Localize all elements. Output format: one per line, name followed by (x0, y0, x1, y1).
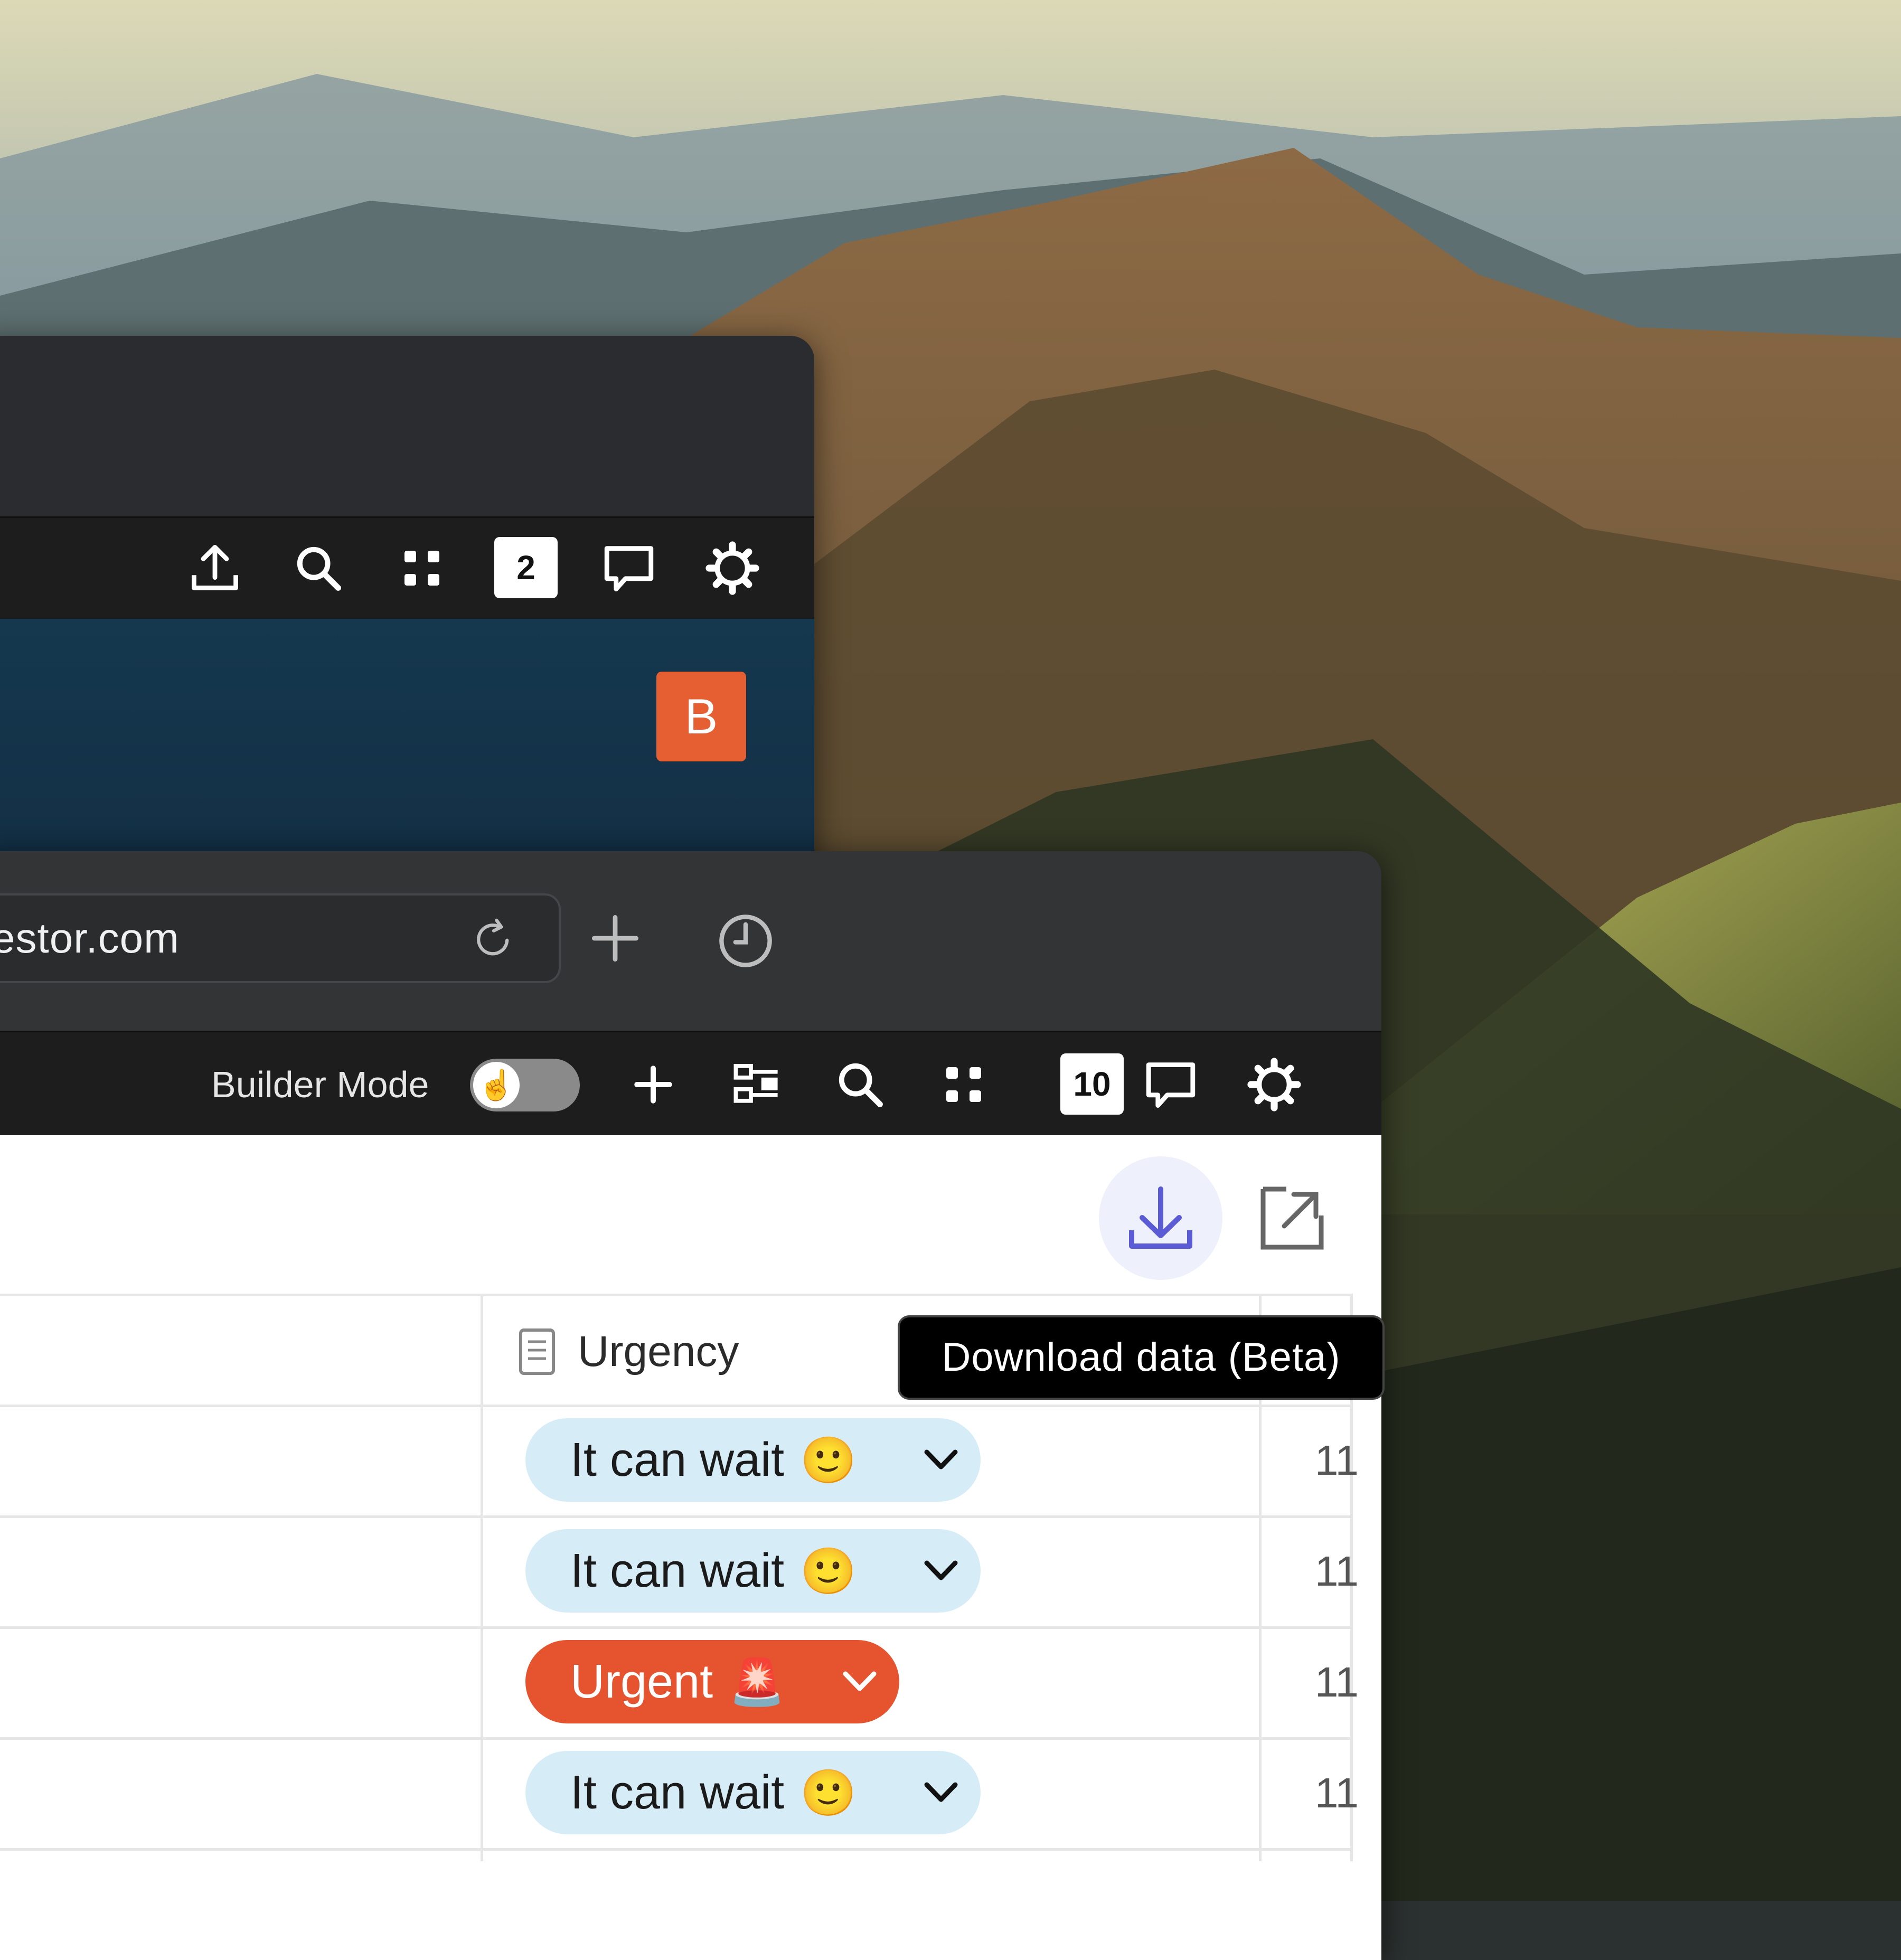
table-cell: 11 (1315, 1659, 1359, 1705)
address-url: estor.com (0, 915, 180, 962)
front-browser-window: estor.com Builder Mode ☝ 10 Urgency It c… (0, 851, 1381, 1960)
header-divider (0, 1405, 1353, 1407)
table-view: Urgency It can wait 🙂 11 It can wait 🙂 1… (0, 1135, 1381, 1960)
chevron-down-icon (923, 1447, 959, 1473)
row-divider (0, 1737, 1353, 1740)
notification-badge[interactable]: 2 (494, 537, 558, 598)
apps-grid-icon[interactable] (393, 539, 451, 597)
row-divider (0, 1848, 1353, 1851)
urgency-select[interactable]: It can wait 🙂 (525, 1418, 981, 1502)
chevron-down-icon (923, 1779, 959, 1806)
comment-icon[interactable] (1142, 1056, 1200, 1114)
new-tab-plus-icon[interactable] (586, 909, 644, 967)
table-cell: 11 (1315, 1769, 1359, 1816)
siren-emoji-icon: 🚨 (729, 1656, 786, 1708)
row-divider (0, 1515, 1353, 1518)
back-window-toolbar: 2 (0, 516, 814, 620)
slightly-smiling-emoji-icon: 🙂 (800, 1767, 857, 1818)
back-browser-window: 2 B (0, 336, 814, 864)
download-data-button[interactable] (1099, 1156, 1222, 1280)
slightly-smiling-emoji-icon: 🙂 (800, 1435, 857, 1486)
settings-gear-icon[interactable] (703, 539, 761, 597)
table-cell: 11 (1315, 1437, 1359, 1484)
urgency-label: It can wait (570, 1766, 785, 1819)
table-border (0, 1294, 1353, 1296)
builder-mode-toggle[interactable]: ☝ (470, 1059, 580, 1111)
column-header-label: Urgency (578, 1327, 739, 1375)
back-window-titlebar (0, 336, 814, 516)
search-icon[interactable] (831, 1056, 889, 1114)
text-field-icon (517, 1328, 557, 1375)
builder-mode-label: Builder Mode (211, 1064, 429, 1105)
apps-grid-icon[interactable] (935, 1056, 993, 1114)
back-window-app-header: B (0, 619, 814, 864)
chevron-down-icon (923, 1558, 959, 1584)
urgency-select[interactable]: It can wait 🙂 (525, 1529, 981, 1613)
history-clock-icon[interactable] (714, 909, 777, 973)
front-window-titlebar: estor.com (0, 851, 1381, 1031)
urgency-label: It can wait (570, 1433, 785, 1486)
chevron-down-icon (841, 1669, 878, 1695)
reload-icon[interactable] (470, 916, 517, 963)
column-divider (481, 1294, 483, 1861)
comment-icon[interactable] (600, 539, 658, 597)
expand-external-icon[interactable] (1257, 1183, 1328, 1254)
table-cell: 11 (1315, 1548, 1359, 1595)
front-window-toolbar: Builder Mode ☝ 10 (0, 1031, 1381, 1137)
slightly-smiling-emoji-icon: 🙂 (800, 1546, 857, 1597)
row-divider (0, 1626, 1353, 1629)
urgency-label: It can wait (570, 1544, 785, 1597)
urgency-label: Urgent (570, 1655, 713, 1708)
layout-builder-icon[interactable] (728, 1056, 786, 1114)
user-avatar[interactable]: B (656, 672, 746, 761)
settings-gear-icon[interactable] (1245, 1056, 1303, 1114)
urgency-select[interactable]: It can wait 🙂 (525, 1751, 981, 1834)
share-upload-icon[interactable] (186, 539, 244, 597)
address-bar[interactable]: estor.com (0, 893, 561, 983)
hand-pointer-icon: ☝ (473, 1062, 520, 1108)
search-icon[interactable] (289, 539, 347, 597)
add-plus-icon[interactable] (624, 1056, 682, 1114)
download-tooltip: Download data (Beta) (898, 1315, 1385, 1400)
urgency-select[interactable]: Urgent 🚨 (525, 1640, 899, 1723)
notification-badge[interactable]: 10 (1060, 1053, 1124, 1115)
column-header-urgency[interactable]: Urgency (517, 1325, 739, 1378)
